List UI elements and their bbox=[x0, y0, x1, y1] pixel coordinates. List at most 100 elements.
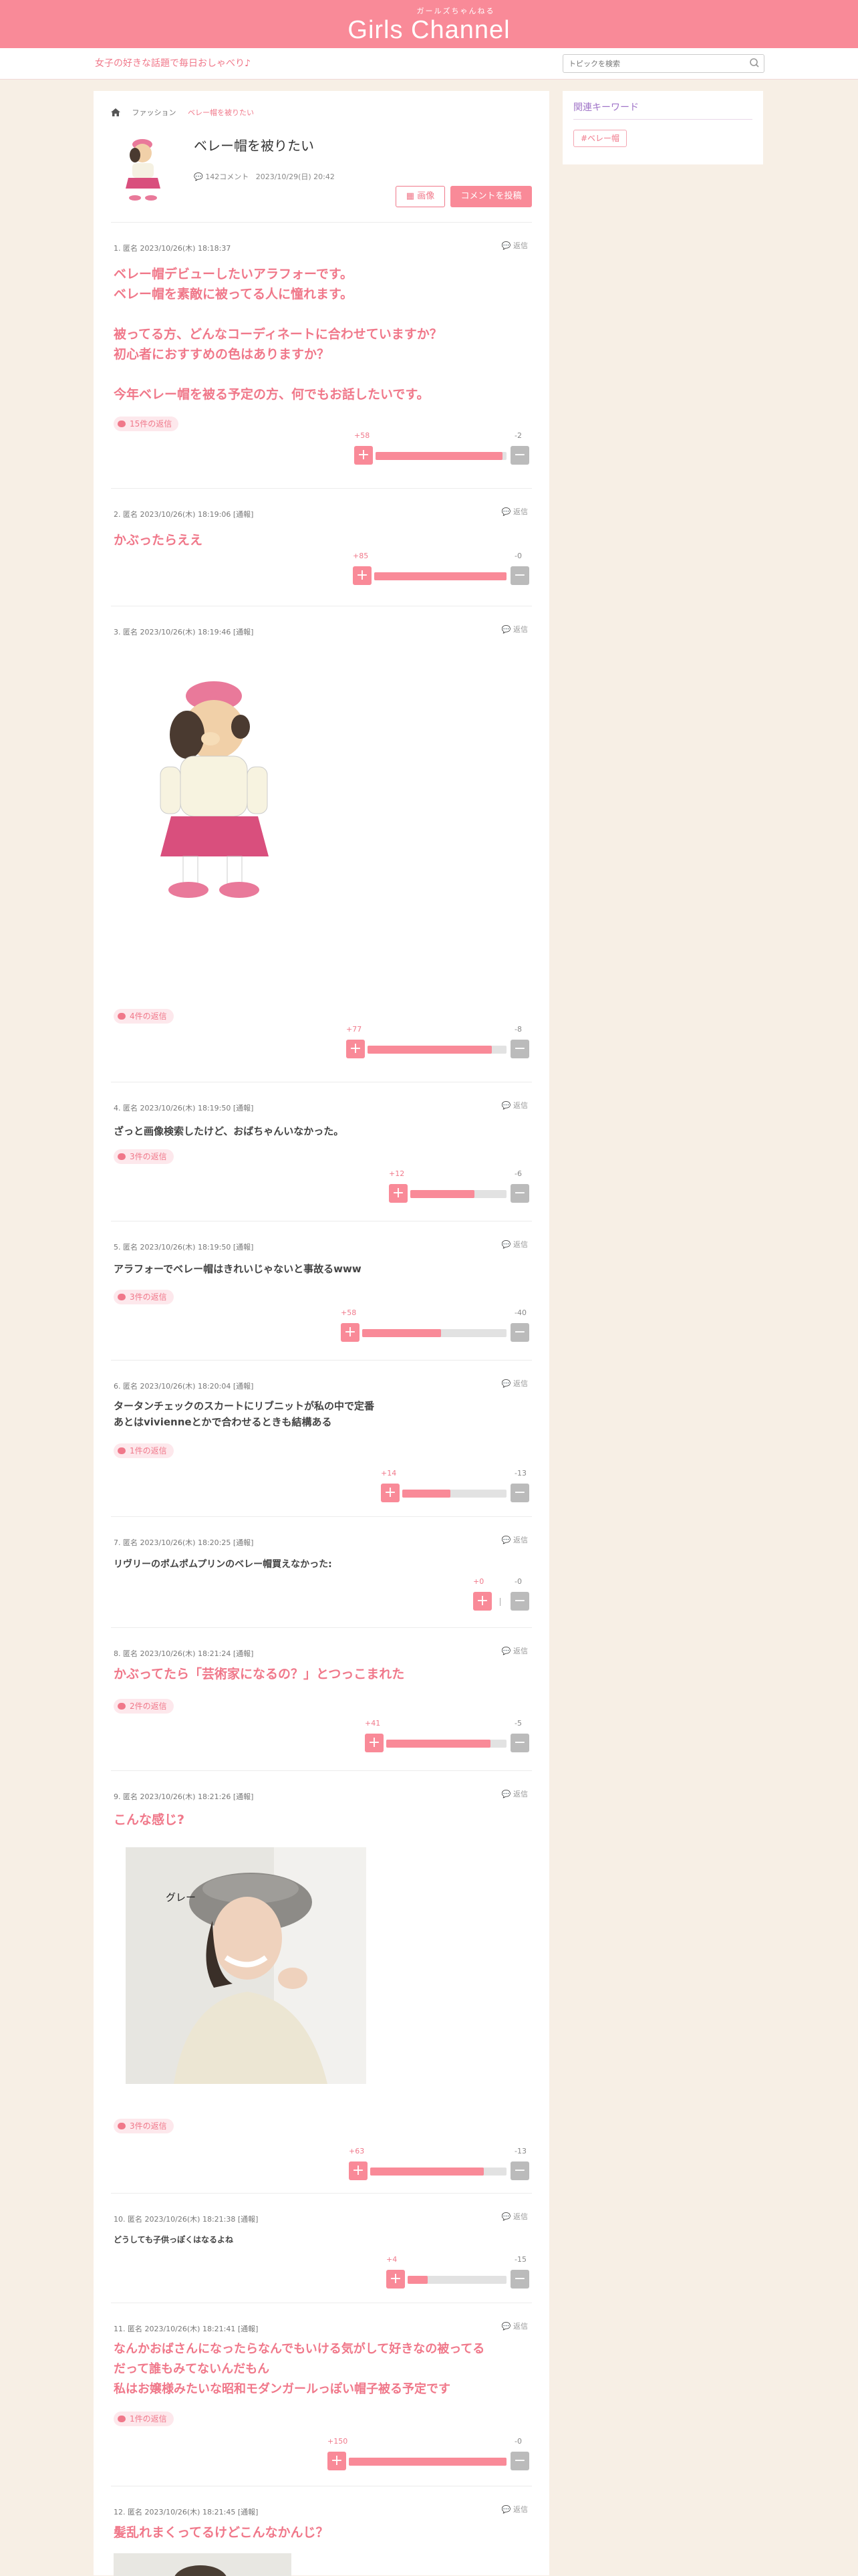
reply-link[interactable]: 💬 返信 bbox=[502, 2321, 528, 2331]
minus-button[interactable]: − bbox=[511, 2270, 529, 2289]
minus-button[interactable]: − bbox=[511, 1184, 529, 1203]
plus-button[interactable]: + bbox=[365, 1734, 384, 1752]
speech-bubble-icon bbox=[118, 1703, 126, 1710]
comment-item: 5. 匿名 2023/10/26(木) 18:19:50 [通報] 💬 返信 ア… bbox=[111, 1221, 532, 1361]
photo-beret-partial[interactable] bbox=[114, 2553, 291, 2576]
plus-count: +58 bbox=[354, 431, 370, 440]
reply-link[interactable]: 💬 返信 bbox=[502, 506, 528, 517]
comment-text: ざっと画像検索したけど、おばちゃんいなかった。 bbox=[114, 1125, 344, 1137]
plus-button[interactable]: + bbox=[354, 446, 373, 465]
replies-badge[interactable]: 2件の返信 bbox=[114, 1699, 174, 1714]
search-box[interactable] bbox=[563, 54, 764, 73]
reply-link[interactable]: 💬 返信 bbox=[502, 1534, 528, 1545]
minus-button[interactable]: − bbox=[511, 2161, 529, 2180]
plus-button[interactable]: + bbox=[389, 1184, 408, 1203]
minus-count: -13 bbox=[515, 1469, 527, 1478]
plus-button[interactable]: + bbox=[346, 1040, 365, 1058]
comment-item: 9. 匿名 2023/10/26(木) 18:21:26 [通報] 💬 返信 こ… bbox=[111, 1770, 532, 2194]
vote-bar bbox=[408, 2276, 507, 2284]
breadcrumb-current[interactable]: ベレー帽を被りたい bbox=[188, 108, 254, 117]
post-comment-button[interactable]: コメントを投稿 bbox=[450, 186, 532, 207]
comment-meta: 8. 匿名 2023/10/26(木) 18:21:24 [通報] bbox=[114, 1649, 254, 1658]
vote-widget: + − +12 -6 bbox=[389, 1169, 531, 1204]
character-image[interactable] bbox=[114, 655, 327, 915]
plus-button[interactable]: + bbox=[327, 2452, 346, 2470]
plus-button[interactable]: + bbox=[353, 566, 372, 585]
plus-button[interactable]: + bbox=[349, 2161, 368, 2180]
minus-count: -5 bbox=[515, 1719, 522, 1728]
reply-link[interactable]: 💬 返信 bbox=[502, 2211, 528, 2222]
minus-count: -6 bbox=[515, 1169, 522, 1178]
minus-button[interactable]: − bbox=[511, 1734, 529, 1752]
image-filter-button[interactable]: ▦ 画像 bbox=[396, 186, 445, 207]
replies-badge[interactable]: 1件の返信 bbox=[114, 2412, 174, 2426]
replies-badge[interactable]: 3件の返信 bbox=[114, 1290, 174, 1304]
replies-badge[interactable]: 3件の返信 bbox=[114, 2119, 174, 2133]
reply-link[interactable]: 💬 返信 bbox=[502, 240, 528, 251]
vote-bar bbox=[494, 1598, 507, 1606]
home-icon[interactable] bbox=[111, 108, 120, 116]
speech-bubble-icon bbox=[118, 1294, 126, 1300]
vote-bar-fill bbox=[374, 572, 507, 580]
site-tagline: 女子の好きな話題で毎日おしゃべり♪ bbox=[95, 58, 251, 69]
search-icon[interactable] bbox=[749, 57, 760, 68]
related-keywords-title: 関連キーワード bbox=[573, 102, 639, 113]
vote-widget: + − +85 -0 bbox=[353, 552, 531, 586]
grid-icon: ▦ bbox=[406, 191, 415, 201]
comment-meta: 9. 匿名 2023/10/26(木) 18:21:26 [通報] bbox=[114, 1792, 254, 1801]
breadcrumb-category[interactable]: ファッション bbox=[132, 108, 176, 117]
reply-link[interactable]: 💬 返信 bbox=[502, 1788, 528, 1799]
replies-badge[interactable]: 3件の返信 bbox=[114, 1149, 174, 1164]
comment-item: 8. 匿名 2023/10/26(木) 18:21:24 [通報] 💬 返信 か… bbox=[111, 1627, 532, 1771]
comment-item: 11. 匿名 2023/10/26(木) 18:21:41 [通報] 💬 返信 … bbox=[111, 2303, 532, 2486]
photo-caption: グレー bbox=[166, 1891, 196, 1903]
plus-button[interactable]: + bbox=[386, 2270, 405, 2289]
site-logo[interactable]: ガールズちゃんねる Girls Channel bbox=[0, 5, 858, 45]
comment-text: 髪乱れまくってるけどこんなかんじ？ bbox=[114, 2525, 329, 2540]
reply-link[interactable]: 💬 返信 bbox=[502, 1239, 528, 1250]
reply-link[interactable]: 💬 返信 bbox=[502, 2504, 528, 2514]
comment-item: 3. 匿名 2023/10/26(木) 18:19:46 [通報] 💬 返信 4… bbox=[111, 606, 532, 1082]
comment-item: 4. 匿名 2023/10/26(木) 18:19:50 [通報] 💬 返信 ざ… bbox=[111, 1082, 532, 1221]
minus-button[interactable]: − bbox=[511, 1484, 529, 1502]
topic-title: ベレー帽を被りたい bbox=[194, 138, 314, 154]
comment-item: 6. 匿名 2023/10/26(木) 18:20:04 [通報] 💬 返信 タ… bbox=[111, 1360, 532, 1517]
keyword-tag[interactable]: #ベレー帽 bbox=[573, 130, 627, 147]
reply-link[interactable]: 💬 返信 bbox=[502, 624, 528, 634]
speech-bubble-icon bbox=[118, 421, 126, 427]
topic-thumbnail bbox=[120, 135, 167, 202]
replies-badge[interactable]: 15件の返信 bbox=[114, 417, 179, 431]
plus-button[interactable]: + bbox=[381, 1484, 400, 1502]
reply-link[interactable]: 💬 返信 bbox=[502, 1100, 528, 1110]
main-content: ファッション ベレー帽を被りたい ベレー帽を被りたい 💬 142コメント 202… bbox=[94, 91, 549, 2576]
logo-text: Girls Channel bbox=[347, 16, 511, 44]
plus-count: +77 bbox=[346, 1025, 362, 1034]
plus-count: +14 bbox=[381, 1469, 397, 1478]
replies-badge[interactable]: 1件の返信 bbox=[114, 1443, 174, 1458]
search-input[interactable] bbox=[567, 55, 737, 72]
topic-meta: 💬 142コメント 2023/10/29(日) 20:42 bbox=[194, 171, 335, 182]
photo-gray-beret[interactable]: グレー bbox=[114, 1841, 378, 2091]
minus-button[interactable]: − bbox=[511, 446, 529, 465]
reply-link[interactable]: 💬 返信 bbox=[502, 1378, 528, 1389]
vote-bar bbox=[368, 1046, 507, 1054]
comment-text: アラフォーでベレー帽はきれいじゃないと事故るwww bbox=[114, 1263, 362, 1275]
sub-bar: 女子の好きな話題で毎日おしゃべり♪ bbox=[0, 48, 858, 80]
comment-meta: 3. 匿名 2023/10/26(木) 18:19:46 [通報] bbox=[114, 628, 254, 636]
minus-button[interactable]: − bbox=[511, 1323, 529, 1342]
minus-button[interactable]: − bbox=[511, 2452, 529, 2470]
plus-button[interactable]: + bbox=[473, 1592, 492, 1611]
vote-widget: + − +0 -0 bbox=[473, 1577, 531, 1612]
replies-badge[interactable]: 4件の返信 bbox=[114, 1009, 174, 1024]
minus-button[interactable]: − bbox=[511, 566, 529, 585]
comment-meta: 7. 匿名 2023/10/26(木) 18:20:25 [通報] bbox=[114, 1538, 254, 1547]
comment-count: 142コメント bbox=[205, 172, 249, 181]
minus-button[interactable]: − bbox=[511, 1592, 529, 1611]
plus-button[interactable]: + bbox=[341, 1323, 360, 1342]
reply-link[interactable]: 💬 返信 bbox=[502, 1645, 528, 1656]
plus-count: +85 bbox=[353, 552, 369, 560]
minus-button[interactable]: − bbox=[511, 1040, 529, 1058]
comment-text: タータンチェックのスカートにリブニットが私の中で定番 あとはvivienneとかで… bbox=[114, 1400, 375, 1428]
speech-bubble-icon bbox=[118, 1153, 126, 1160]
comment-text: かぶってたら「芸術家になるの？」とつっこまれた bbox=[114, 1667, 405, 1681]
